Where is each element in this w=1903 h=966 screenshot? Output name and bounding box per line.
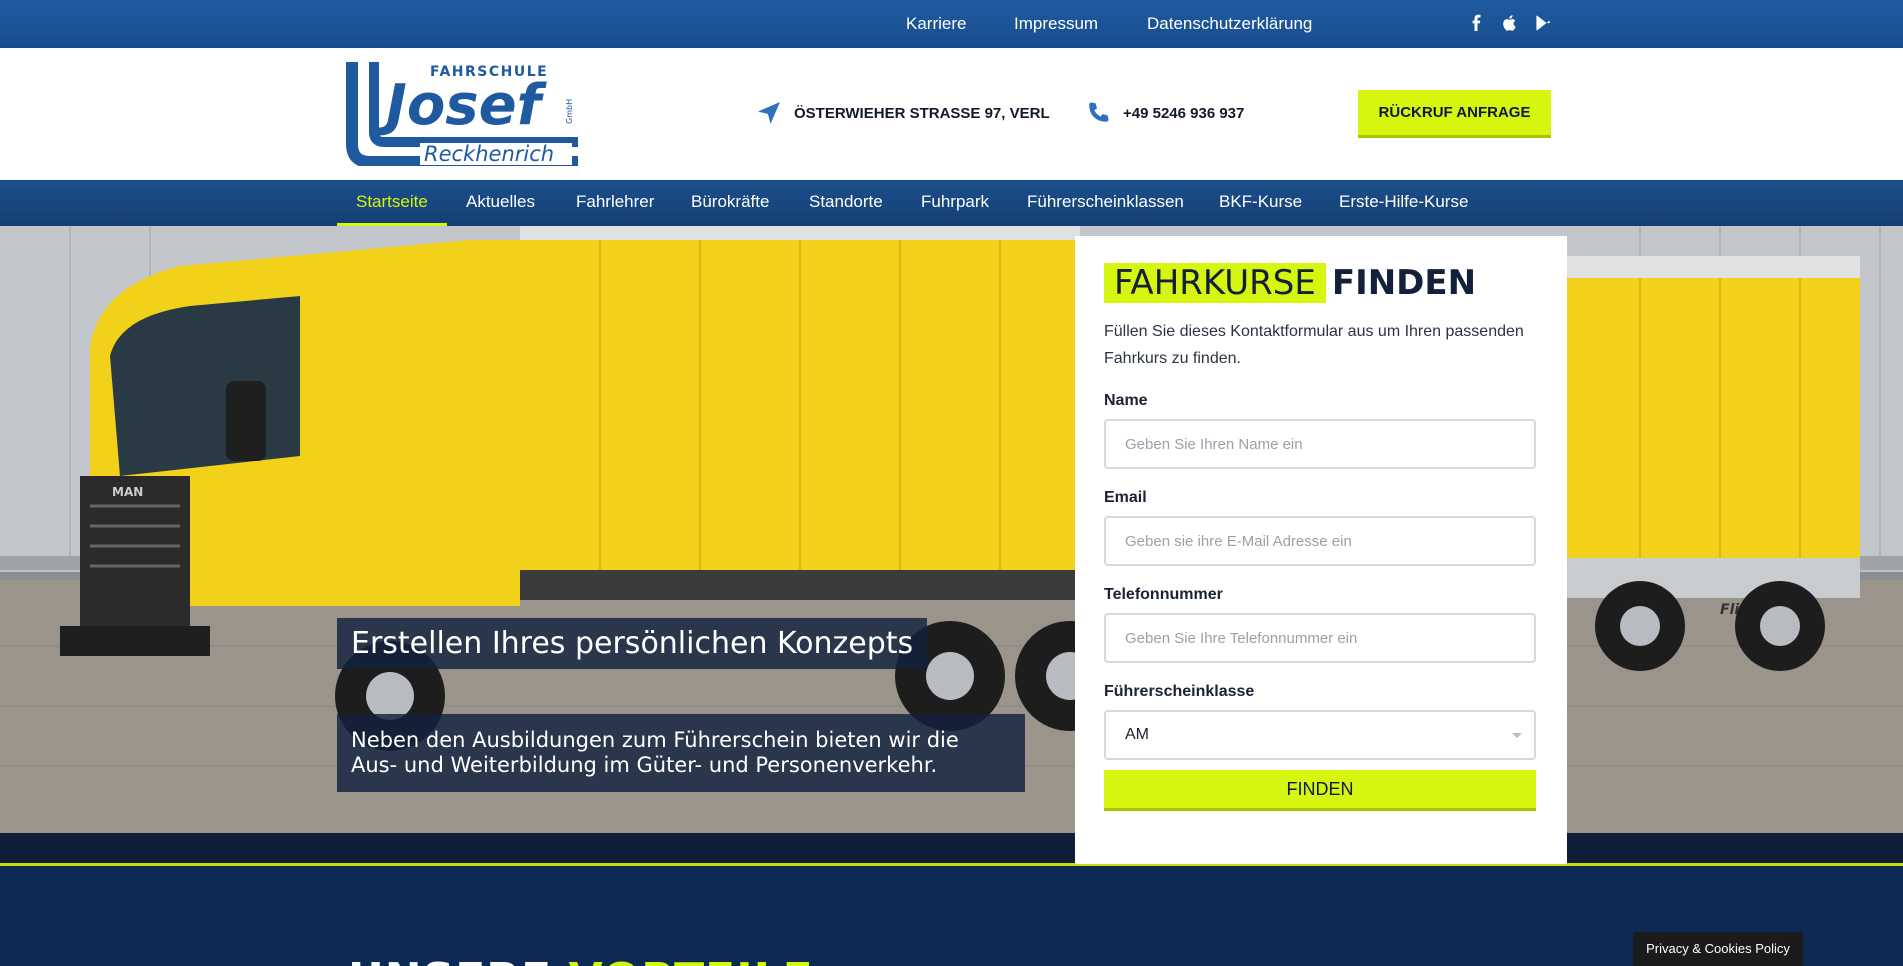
hero-banner: Fliegl MAN Erstellen Ihres persönlichen … (0, 226, 1903, 833)
logo[interactable]: FAHRSCHULE Josef GmbH Reckhenrich (346, 62, 578, 166)
phone-text: +49 5246 936 937 (1123, 104, 1245, 122)
callback-request-button[interactable]: RÜCKRUF ANFRAGE (1358, 90, 1551, 138)
site-header: FAHRSCHULE Josef GmbH Reckhenrich ÖSTERW… (0, 48, 1903, 180)
nav-item-fuhrpark[interactable]: Fuhrpark (902, 180, 1008, 226)
license-class-select[interactable]: AM (1104, 710, 1536, 760)
hero-caption-text: Neben den Ausbildungen zum Führerschein … (337, 714, 1025, 792)
nav-item-standorte[interactable]: Standorte (790, 180, 902, 226)
top-bar: Karriere Impressum Datenschutzerklärung (0, 0, 1903, 48)
location-arrow-icon (758, 102, 780, 124)
privacy-cookies-badge[interactable]: Privacy & Cookies Policy (1633, 932, 1803, 966)
phone-item[interactable]: +49 5246 936 937 (1085, 100, 1244, 126)
logo-bottom-text: Reckhenrich (424, 142, 554, 166)
form-title-highlight: FAHRKURSE (1104, 263, 1326, 303)
chevron-down-icon (1512, 732, 1522, 738)
course-search-form: FAHRKURSE FINDEN Füllen Sie dieses Kontak… (1075, 236, 1567, 864)
hero-caption-title: Erstellen Ihres persönlichen Konzepts (337, 618, 928, 669)
nav-item-erste-hilfe-kurse[interactable]: Erste-Hilfe-Kurse (1320, 180, 1487, 226)
main-nav: Startseite Aktuelles Fahrlehrer Bürokräf… (0, 180, 1903, 226)
address-item: ÖSTERWIEHER STRASSE 97, VERL (756, 100, 1050, 126)
phone-icon (1089, 102, 1109, 122)
apple-icon[interactable] (1500, 13, 1520, 33)
form-title: FAHRKURSE FINDEN (1104, 263, 1537, 303)
nav-item-aktuelles[interactable]: Aktuelles (447, 180, 554, 226)
license-class-value: AM (1125, 726, 1149, 743)
nav-item-buerokraefte[interactable]: Bürokräfte (672, 180, 788, 226)
advantages-heading: UNSERE VORTEILE (348, 954, 814, 966)
topbar-link-datenschutz[interactable]: Datenschutzerklärung (1147, 14, 1312, 34)
logo-name-text: Josef (376, 73, 548, 138)
advantages-heading-highlight: VORTEILE (569, 954, 814, 966)
form-intro: Füllen Sie dieses Kontaktformular aus um… (1104, 323, 1524, 367)
logo-suffix-text: GmbH (565, 99, 574, 124)
address-text: ÖSTERWIEHER STRASSE 97, VERL (794, 104, 1050, 122)
name-input[interactable] (1104, 419, 1536, 469)
form-title-rest: FINDEN (1331, 263, 1477, 303)
cab-brand-text: MAN (112, 485, 143, 499)
topbar-link-karriere[interactable]: Karriere (906, 14, 966, 34)
facebook-icon[interactable] (1467, 13, 1487, 33)
email-input[interactable] (1104, 516, 1536, 566)
find-button[interactable]: FINDEN (1104, 770, 1536, 811)
hero-bottom-strip (0, 833, 1903, 863)
google-play-icon[interactable] (1533, 13, 1553, 33)
nav-item-fahrlehrer[interactable]: Fahrlehrer (557, 180, 673, 226)
phone-input[interactable] (1104, 613, 1536, 663)
nav-item-bkf-kurse[interactable]: BKF-Kurse (1200, 180, 1321, 226)
name-label: Name (1104, 392, 1148, 409)
nav-item-startseite[interactable]: Startseite (337, 180, 447, 226)
license-class-label: Führerscheinklasse (1104, 683, 1255, 700)
nav-item-fuehrerscheinklassen[interactable]: Führerscheinklassen (1008, 180, 1203, 226)
email-label: Email (1104, 489, 1147, 506)
advantages-section: UNSERE VORTEILE (0, 866, 1903, 966)
advantages-heading-start: UNSERE (348, 954, 552, 966)
topbar-link-impressum[interactable]: Impressum (1014, 14, 1098, 34)
phone-label: Telefonnummer (1104, 586, 1223, 603)
